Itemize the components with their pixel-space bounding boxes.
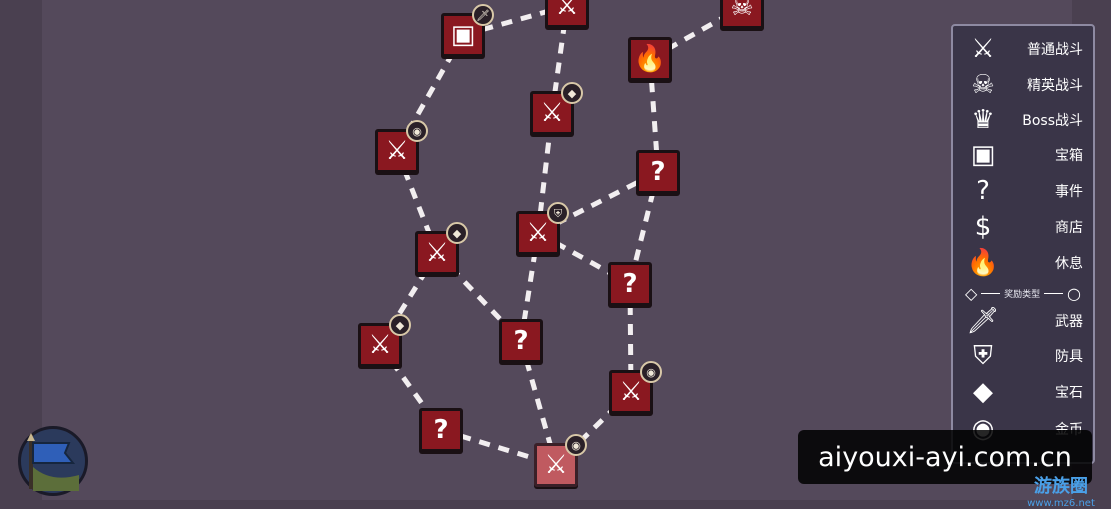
swords-icon: ⚔ bbox=[555, 0, 579, 21]
question-icon: ? bbox=[650, 157, 666, 187]
campfire-icon: 🔥 bbox=[633, 44, 667, 74]
legend-label: 精英战斗 bbox=[1027, 78, 1083, 94]
question-icon: ? bbox=[513, 326, 529, 356]
battle-node[interactable]: ⚔ ◉ bbox=[375, 120, 428, 173]
legend-item-gem: ◆ 宝石 bbox=[963, 375, 1083, 409]
legend-label: 商店 bbox=[1055, 220, 1083, 236]
legend-item-event: ? 事件 bbox=[963, 174, 1083, 208]
divider-label: 奖励类型 bbox=[1004, 289, 1041, 300]
gem-reward-icon: ◆ bbox=[561, 82, 583, 104]
question-icon: ? bbox=[622, 269, 638, 299]
legend-divider: ◇ 奖励类型 ○ bbox=[965, 283, 1082, 303]
question-icon: ? bbox=[976, 176, 990, 206]
event-node[interactable]: ? bbox=[608, 262, 652, 306]
swords-icon: ⚔ bbox=[385, 136, 409, 166]
legend-item-normal-battle: ⚔ 普通战斗 bbox=[963, 32, 1083, 66]
swords-icon: ⚔ bbox=[425, 238, 449, 268]
event-node[interactable]: ? bbox=[636, 150, 680, 194]
swords-icon: ⚔ bbox=[526, 218, 550, 248]
legend-label: 休息 bbox=[1055, 256, 1083, 272]
campfire-icon: 🔥 bbox=[966, 248, 1000, 278]
legend-item-weapon: 🗡 武器 bbox=[963, 304, 1083, 338]
battle-node[interactable]: ⚔ ◆ bbox=[415, 222, 468, 275]
legend-item-rest: 🔥 休息 bbox=[963, 246, 1083, 280]
legend-label: 宝箱 bbox=[1055, 148, 1083, 164]
gem-reward-icon: ◆ bbox=[446, 222, 468, 244]
question-icon: ? bbox=[433, 415, 449, 445]
legend-label: 武器 bbox=[1055, 314, 1083, 330]
coin-reward-icon: ◉ bbox=[640, 361, 662, 383]
weapon-reward-icon: 🗡 bbox=[472, 4, 494, 26]
watermark-logo: 游族圈 www.mz6.net bbox=[1012, 472, 1110, 509]
chest-node[interactable]: ▣ 🗡 bbox=[441, 4, 494, 57]
current-battle-node[interactable]: ⚔ ◉ bbox=[534, 434, 587, 487]
chest-icon: ▣ bbox=[970, 140, 996, 170]
battle-node[interactable]: ⚔ ⛨ bbox=[516, 202, 569, 255]
flag-button[interactable] bbox=[18, 426, 88, 496]
diamond-icon: ◇ bbox=[965, 283, 978, 303]
skull-icon: ☠ bbox=[730, 0, 754, 22]
sword-icon: 🗡 bbox=[966, 306, 1000, 336]
horned-skull-icon: ☠ bbox=[971, 70, 995, 100]
circle-icon: ○ bbox=[1067, 283, 1082, 303]
swords-icon: ⚔ bbox=[540, 98, 564, 128]
watermark-text: aiyouxi-ayi.com.cn bbox=[818, 441, 1072, 473]
swords-icon: ⚔ bbox=[971, 34, 995, 64]
legend-item-elite-battle: ☠ 精英战斗 bbox=[963, 68, 1083, 102]
flag-icon bbox=[27, 433, 79, 491]
legend-item-chest: ▣ 宝箱 bbox=[963, 138, 1083, 172]
watermark-logo-text: 游族圈 bbox=[1034, 476, 1088, 497]
divider-line bbox=[981, 292, 1001, 294]
battle-node[interactable]: ⚔ ◉ bbox=[609, 361, 662, 414]
legend-item-armor: ⛨ 防具 bbox=[963, 339, 1083, 373]
legend-label: 事件 bbox=[1055, 184, 1083, 200]
gem-reward-icon: ◆ bbox=[389, 314, 411, 336]
battle-node[interactable]: ⚔ bbox=[545, 0, 589, 28]
legend-item-boss-battle: ♛ Boss战斗 bbox=[963, 103, 1083, 137]
legend-label: 防具 bbox=[1055, 349, 1083, 365]
rest-node[interactable]: 🔥 bbox=[628, 37, 672, 81]
armor-icon: ⛨ bbox=[973, 341, 993, 371]
legend-panel: ⚔ 普通战斗 ☠ 精英战斗 ♛ Boss战斗 ▣ 宝箱 ? 事件 $ 商店 🔥 … bbox=[951, 24, 1095, 464]
gem-icon: ◆ bbox=[973, 377, 993, 407]
legend-label: 普通战斗 bbox=[1027, 42, 1083, 58]
battle-node[interactable]: ⚔ ◆ bbox=[358, 314, 411, 367]
armor-reward-icon: ⛨ bbox=[547, 202, 569, 224]
event-node[interactable]: ? bbox=[419, 408, 463, 452]
swords-icon: ⚔ bbox=[544, 450, 568, 480]
chest-icon: ▣ bbox=[450, 20, 476, 50]
crowned-skull-icon: ♛ bbox=[971, 105, 995, 135]
coin-reward-icon: ◉ bbox=[406, 120, 428, 142]
event-node[interactable]: ? bbox=[499, 319, 543, 363]
legend-item-shop: $ 商店 bbox=[963, 210, 1083, 244]
coin-reward-icon: ◉ bbox=[565, 434, 587, 456]
swords-icon: ⚔ bbox=[619, 377, 643, 407]
boss-node[interactable]: ☠ bbox=[720, 0, 764, 29]
swords-icon: ⚔ bbox=[368, 330, 392, 360]
divider-line bbox=[1044, 292, 1064, 294]
legend-label: 宝石 bbox=[1055, 385, 1083, 401]
money-bag-icon: $ bbox=[974, 212, 992, 242]
battle-node[interactable]: ⚔ ◆ bbox=[530, 82, 583, 135]
legend-label: Boss战斗 bbox=[1022, 113, 1083, 129]
